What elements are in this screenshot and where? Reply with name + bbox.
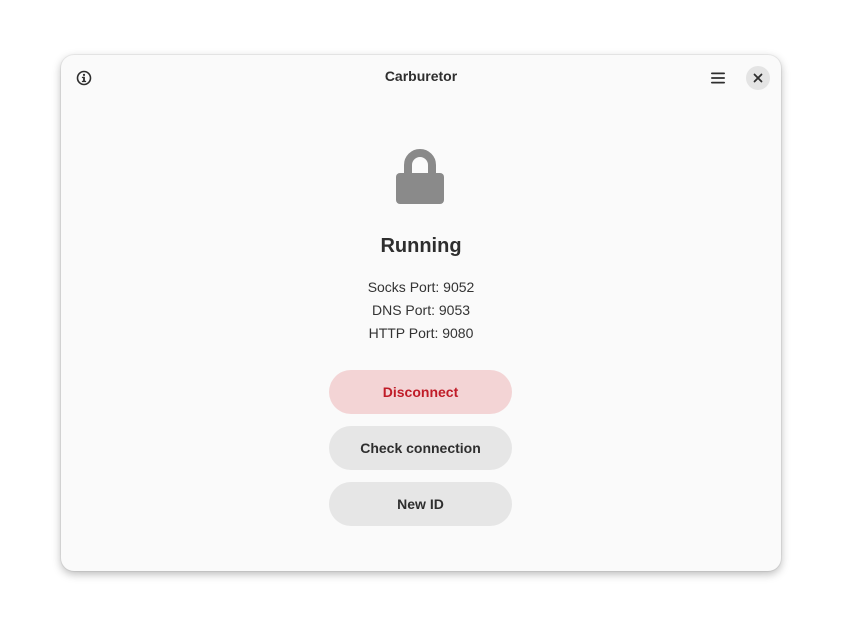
socks-port-label: Socks Port: 9052	[367, 279, 475, 295]
headerbar: Carburetor	[61, 55, 781, 101]
close-button[interactable]	[746, 66, 770, 90]
main-menu-button[interactable]	[705, 65, 731, 91]
status-page: Running Socks Port: 9052 DNS Port: 9053 …	[61, 55, 781, 571]
http-port-label: HTTP Port: 9080	[368, 325, 474, 341]
window-title: Carburetor	[384, 68, 458, 84]
lock-icon	[396, 149, 444, 204]
disconnect-button[interactable]: Disconnect	[329, 370, 512, 414]
status-title: Running	[380, 235, 462, 257]
app-window: Running Socks Port: 9052 DNS Port: 9053 …	[61, 55, 781, 571]
hamburger-menu-icon	[711, 72, 725, 84]
check-connection-button[interactable]: Check connection	[329, 426, 512, 470]
new-id-button[interactable]: New ID	[329, 482, 512, 526]
close-icon	[753, 73, 763, 83]
dns-port-label: DNS Port: 9053	[371, 302, 471, 318]
